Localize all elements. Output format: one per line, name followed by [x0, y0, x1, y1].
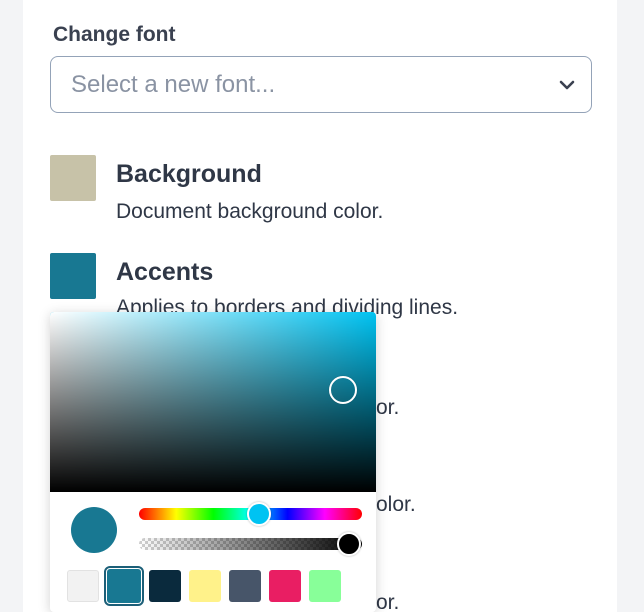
- hue-slider-thumb[interactable]: [247, 502, 271, 526]
- saturation-cursor[interactable]: [329, 376, 357, 404]
- chevron-down-icon: [559, 80, 575, 90]
- background-title: Background: [116, 160, 262, 188]
- background-description: Document background color.: [116, 200, 384, 223]
- color-picker-popover: [50, 312, 376, 612]
- accents-color-swatch[interactable]: [50, 253, 96, 299]
- preset-color-swatch[interactable]: [189, 570, 221, 602]
- preset-color-swatch[interactable]: [67, 570, 99, 602]
- setting-description-partial: or.: [376, 591, 400, 612]
- current-color-preview: [71, 507, 117, 553]
- preset-color-swatch[interactable]: [269, 570, 301, 602]
- preset-color-swatch[interactable]: [149, 570, 181, 602]
- saturation-area[interactable]: [50, 312, 376, 492]
- change-font-label: Change font: [53, 23, 176, 46]
- accents-title: Accents: [116, 258, 214, 286]
- preset-color-swatch[interactable]: [229, 570, 261, 602]
- setting-description-partial: olor.: [376, 493, 416, 516]
- saturation-black-gradient: [50, 312, 376, 492]
- setting-description-partial: or.: [376, 396, 400, 419]
- background-color-swatch[interactable]: [50, 155, 96, 201]
- alpha-slider-thumb[interactable]: [337, 532, 361, 556]
- hue-slider[interactable]: [139, 502, 362, 526]
- preset-color-swatch[interactable]: [309, 570, 341, 602]
- preset-color-swatch[interactable]: [104, 566, 144, 606]
- alpha-slider[interactable]: [139, 532, 362, 556]
- font-select-placeholder: Select a new font...: [71, 70, 276, 98]
- preset-swatches: [67, 566, 341, 606]
- font-select[interactable]: Select a new font...: [50, 56, 592, 113]
